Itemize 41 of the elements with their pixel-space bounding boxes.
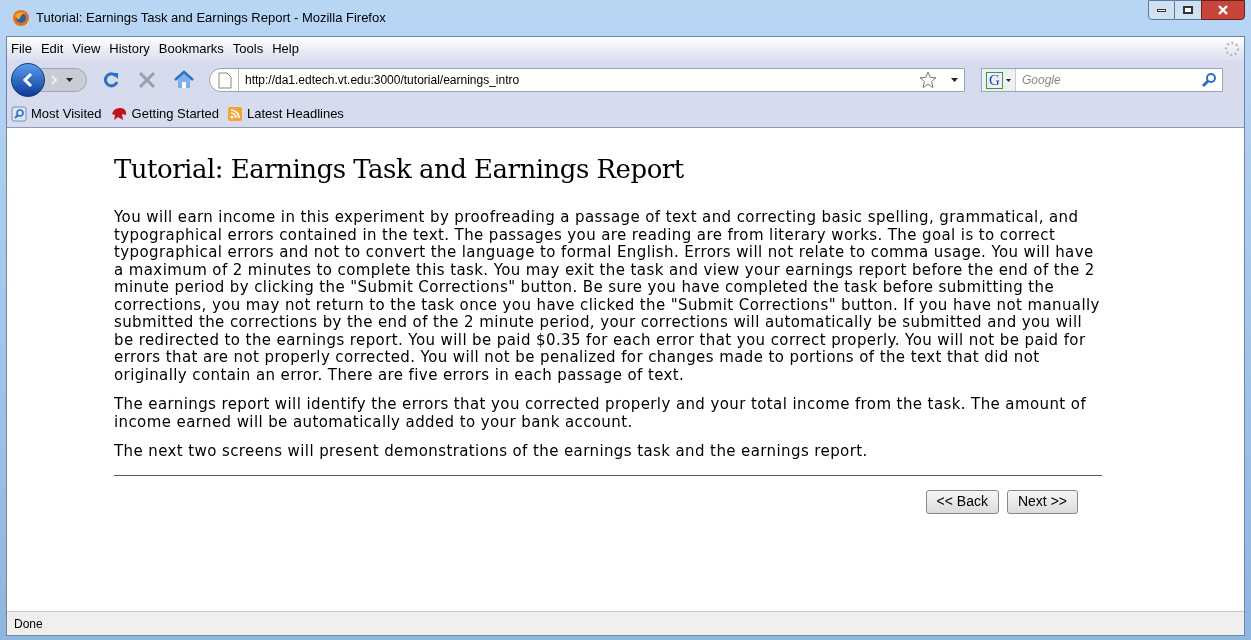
dropdown-icon [66, 78, 73, 82]
search-bar[interactable]: G Google [981, 68, 1223, 92]
rss-feed-icon [227, 105, 244, 122]
back-button[interactable] [11, 63, 45, 97]
next-button[interactable]: Next >> [1006, 489, 1078, 514]
back-button[interactable]: << Back [925, 489, 999, 514]
dropdown-icon[interactable] [951, 78, 958, 82]
window-title: Tutorial: Earnings Task and Earnings Report - Mozilla Firefox [36, 9, 386, 28]
menu-item[interactable]: Bookmarks [158, 38, 224, 59]
creature-icon [109, 105, 128, 122]
close-button[interactable] [1201, 0, 1245, 20]
dropdown-icon [1006, 78, 1011, 82]
menu-item[interactable]: File [11, 38, 32, 59]
star-icon[interactable] [919, 71, 937, 89]
search-input[interactable]: Google [1016, 71, 1201, 89]
status-text: Done [14, 615, 43, 633]
menu-item[interactable]: Tools [232, 38, 264, 59]
menu-item[interactable]: History [109, 38, 150, 59]
throbber-icon [1224, 40, 1240, 57]
menu-item[interactable]: View [72, 38, 101, 59]
page-heading: Tutorial: Earnings Task and Earnings Report [114, 153, 685, 186]
menu-item[interactable]: Edit [40, 38, 64, 59]
bookmark-link[interactable]: Latest Headlines [247, 103, 344, 124]
home-icon[interactable] [173, 70, 195, 90]
url-text: http://da1.edtech.vt.edu:3000/tutorial/earnings_intro [245, 72, 520, 89]
close-icon [1217, 5, 1229, 15]
firefox-logo-icon [12, 9, 30, 27]
search-icon[interactable] [1201, 72, 1217, 88]
search-engine-logo: G [986, 71, 1003, 89]
menu-item[interactable]: Help [272, 38, 299, 59]
bookmark-link[interactable]: Most Visited [31, 103, 102, 124]
paragraph: You will earn income in this experiment by proofreading a passage of text and correcting basic spelling, grammatical, and typographical errors contained in the text. The passages you are reading are from literary works. The goal is to correct typographical errors and not to convert the language to formal English. Errors will not relate to comma usage. You will have a maximum of 2 minutes to complete this task. You may exit the task and view your earnings report before the end of the 2 minute period by clicking the "Submit Corrections" button. Be sure you have completed the task before submitting the corrections, you may not return to the task once you have clicked the "Submit Corrections" button. If you have not manually submitted the corrections by the end of the 2 minute period, your corrections will automatically be submitted and you will be redirected to the earnings report. You will be paid $0.35 for each error that you correct properly. You will not be paid for errors that are not properly corrected. You will not be penalized for changes made to portions of the text that did not originally contain an error. There are five errors in each passage of text. [114, 209, 1101, 384]
paragraph: The earnings report will identify the errors that you corrected properly and your total income from the task. The amount of income earned will be automatically added to your bank account. [114, 396, 1088, 431]
bookmark-link[interactable]: Getting Started [131, 103, 220, 124]
maximize-button[interactable] [1175, 0, 1201, 20]
reload-icon[interactable] [101, 70, 121, 90]
page-icon [218, 71, 232, 89]
paragraph: The next two screens will present demonstrations of the earnings task and the earnings report. [114, 443, 869, 461]
magnifier-icon [11, 105, 27, 122]
address-bar[interactable]: http://da1.edtech.vt.edu:3000/tutorial/earnings_intro [209, 68, 965, 92]
minimize-button[interactable] [1148, 0, 1175, 20]
